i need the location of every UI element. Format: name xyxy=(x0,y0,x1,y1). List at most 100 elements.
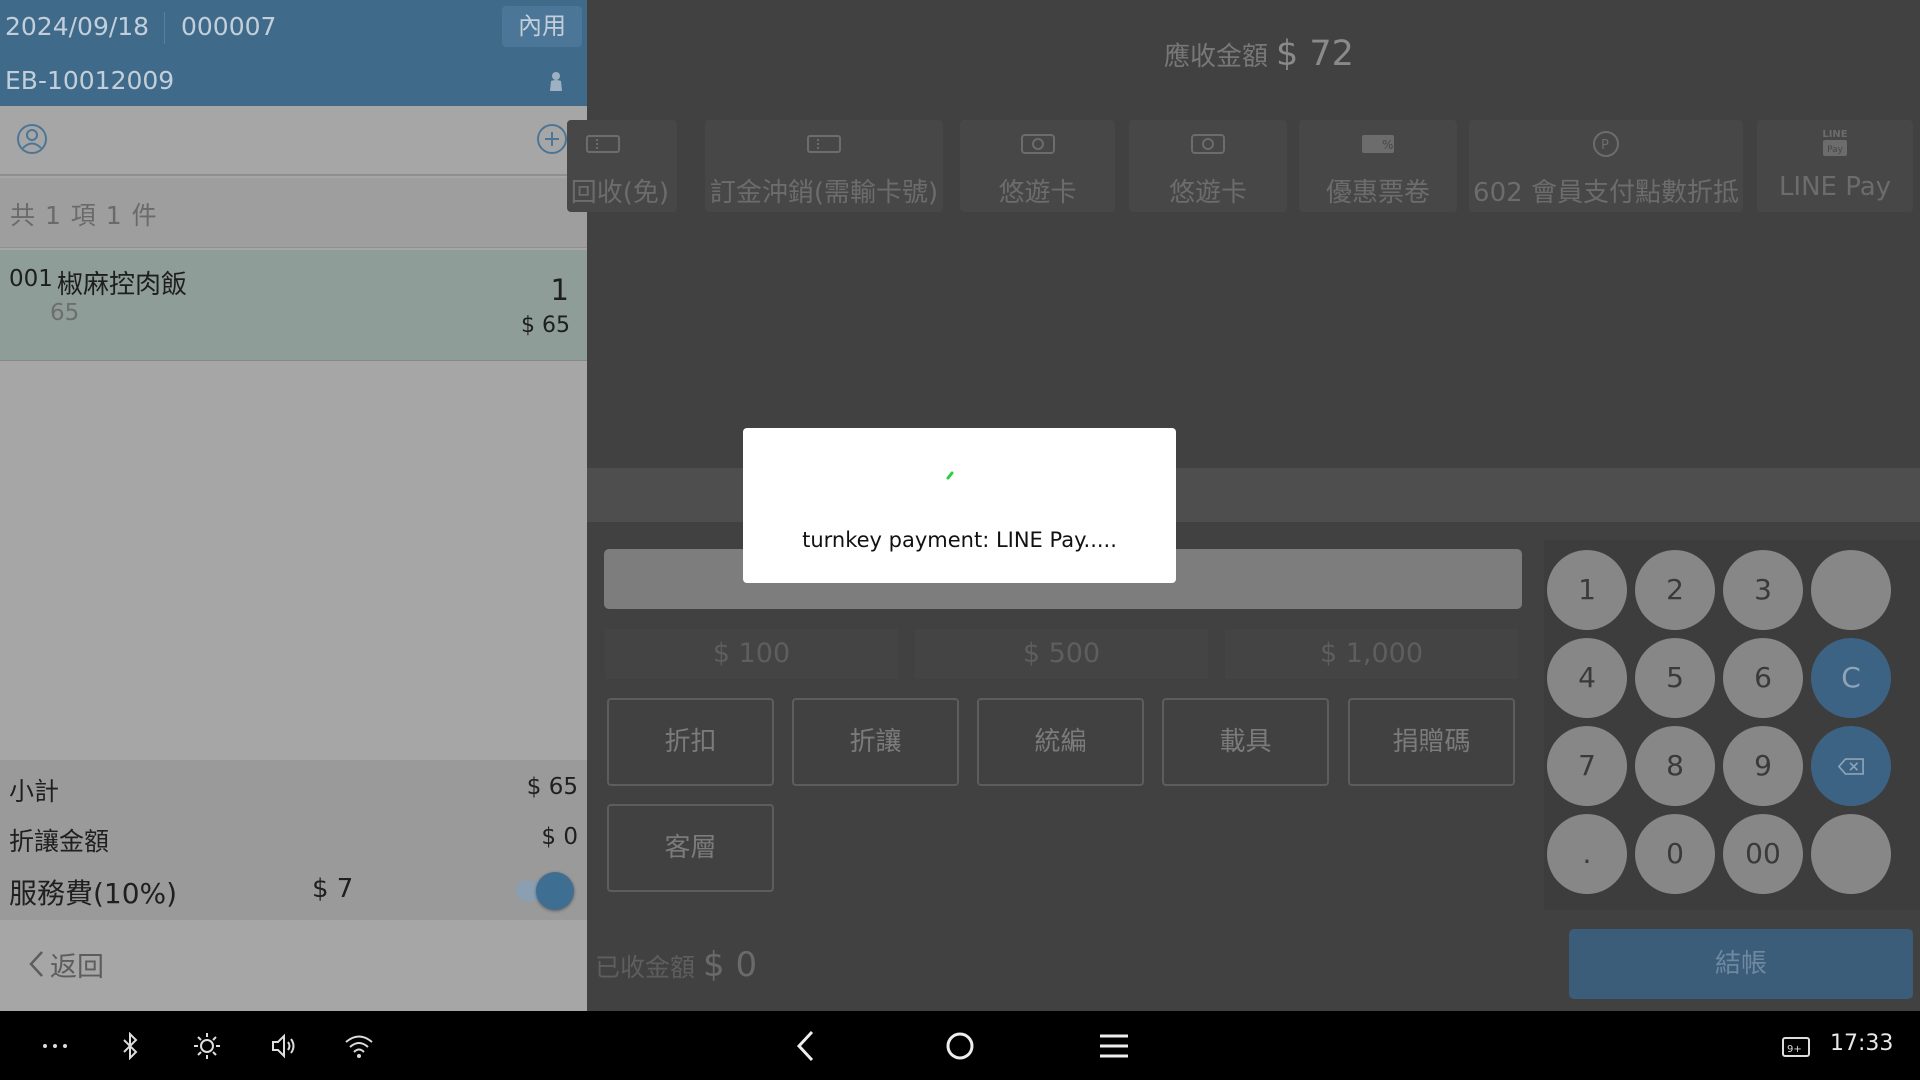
quick-amount-1000[interactable]: $ 1,000 xyxy=(1225,629,1518,679)
payment-method-recycle[interactable]: 回收(免) xyxy=(567,120,677,212)
ticket-icon xyxy=(586,135,620,153)
item-code: 001 xyxy=(9,266,53,292)
back-bar: 返回 xyxy=(0,920,587,1011)
system-navigation-bar: 9+ 17:33 xyxy=(0,1011,1920,1080)
amount-received: 已收金額 $ 0 xyxy=(595,945,757,985)
key-4[interactable]: 4 xyxy=(1547,638,1627,718)
allowance-button[interactable]: 折讓 xyxy=(792,698,959,786)
add-customer-icon[interactable] xyxy=(536,123,568,155)
donation-code-button[interactable]: 捐贈碼 xyxy=(1348,698,1515,786)
key-backspace[interactable] xyxy=(1811,726,1891,806)
nav-menu-icon[interactable] xyxy=(1099,1033,1129,1059)
card-icon xyxy=(1191,134,1225,154)
key-5[interactable]: 5 xyxy=(1635,638,1715,718)
item-amount: $ 65 xyxy=(521,313,570,338)
key-decimal[interactable]: . xyxy=(1547,814,1627,894)
nav-back-icon[interactable] xyxy=(795,1029,817,1063)
customer-segment-button[interactable]: 客層 xyxy=(607,804,774,892)
order-summary: 共 1 項 1 件 xyxy=(0,178,587,248)
subtotal-value: $ 65 xyxy=(526,774,578,800)
key-clear[interactable]: C xyxy=(1811,638,1891,718)
line-pay-icon: LINE Pay xyxy=(1822,129,1848,156)
item-count-summary: 共 1 項 1 件 xyxy=(10,201,158,230)
carrier-button[interactable]: 載具 xyxy=(1162,698,1329,786)
payment-method-member-points[interactable]: P 602 會員支付點數折抵 xyxy=(1469,120,1743,212)
item-quantity: 1 xyxy=(550,273,569,307)
svg-text:P: P xyxy=(1601,138,1609,153)
backspace-icon xyxy=(1837,758,1864,775)
customer-icon[interactable] xyxy=(16,123,48,155)
payment-method-easycard-2[interactable]: 悠遊卡 xyxy=(1129,120,1287,212)
payment-method-deposit[interactable]: 訂金沖銷(需輸卡號) xyxy=(705,120,943,212)
back-label: 返回 xyxy=(50,951,104,983)
key-8[interactable]: 8 xyxy=(1635,726,1715,806)
clock: 17:33 xyxy=(1830,1031,1894,1056)
coupon-icon: % xyxy=(1362,135,1394,153)
payment-method-label: LINE Pay xyxy=(1778,172,1892,202)
service-fee-value: $ 7 xyxy=(312,874,354,904)
key-0[interactable]: 0 xyxy=(1635,814,1715,894)
payment-method-label: 回收(免) xyxy=(570,178,669,208)
dialog-message: turnkey payment: LINE Pay..... xyxy=(802,528,1117,552)
svg-text:Pay: Pay xyxy=(1827,145,1844,155)
discount-button[interactable]: 折扣 xyxy=(607,698,774,786)
svg-text:9+: 9+ xyxy=(1787,1044,1802,1055)
wifi-icon[interactable] xyxy=(344,1033,374,1059)
device-id: EB-10012009 xyxy=(5,66,175,95)
svg-text:%: % xyxy=(1382,138,1393,152)
order-header: 2024/09/18 000007 內用 EB-10012009 xyxy=(0,0,587,106)
quick-amount-500[interactable]: $ 500 xyxy=(915,629,1208,679)
amount-received-label: 已收金額 xyxy=(595,953,696,982)
toggle-knob xyxy=(536,872,574,910)
key-9[interactable]: 9 xyxy=(1723,726,1803,806)
amount-due-value: $ 72 xyxy=(1276,34,1354,74)
service-fee-toggle[interactable] xyxy=(512,872,574,910)
key-3[interactable]: 3 xyxy=(1723,550,1803,630)
order-number: 000007 xyxy=(181,12,277,41)
payment-method-coupon[interactable]: % 優惠票卷 xyxy=(1299,120,1457,212)
payment-method-label: 602 會員支付點數折抵 xyxy=(1473,178,1739,208)
chevron-left-icon xyxy=(29,951,43,977)
volume-icon[interactable] xyxy=(270,1032,298,1060)
key-2[interactable]: 2 xyxy=(1635,550,1715,630)
totals-section: 小計 $ 65 折讓金額 $ 0 服務費(10%) $ 7 xyxy=(0,760,587,920)
order-date: 2024/09/18 xyxy=(5,12,150,41)
payment-method-line-pay[interactable]: LINE Pay LINE Pay xyxy=(1757,120,1913,212)
payment-method-easycard-1[interactable]: 悠遊卡 xyxy=(960,120,1115,212)
back-button[interactable]: 返回 xyxy=(26,942,136,986)
item-name: 椒麻控肉飯 xyxy=(57,270,188,300)
numeric-keypad: 1 2 3 4 5 6 C 7 8 9 . 0 00 xyxy=(1544,540,1920,910)
list-item[interactable]: 001 椒麻控肉飯 65 1 $ 65 xyxy=(0,250,587,361)
key-7[interactable]: 7 xyxy=(1547,726,1627,806)
header-divider xyxy=(164,12,165,44)
key-1[interactable]: 1 xyxy=(1547,550,1627,630)
payment-method-label: 訂金沖銷(需輸卡號) xyxy=(709,178,939,208)
payment-method-label: 悠遊卡 xyxy=(998,178,1077,208)
ticket-icon xyxy=(807,135,841,153)
tax-id-button[interactable]: 統編 xyxy=(977,698,1144,786)
service-fee-label: 服務費(10%) xyxy=(9,877,178,910)
discount-label: 折讓金額 xyxy=(9,827,110,856)
key-00[interactable]: 00 xyxy=(1723,814,1803,894)
key-blank[interactable] xyxy=(1811,550,1891,630)
payment-method-label: 悠遊卡 xyxy=(1168,178,1247,208)
loading-spinner-icon xyxy=(946,471,954,480)
customer-row xyxy=(0,106,587,176)
payment-method-label: 優惠票卷 xyxy=(1325,178,1430,208)
brightness-icon[interactable] xyxy=(193,1032,221,1060)
nav-home-icon[interactable] xyxy=(945,1031,975,1061)
checkout-button[interactable]: 結帳 xyxy=(1569,929,1913,999)
discount-value: $ 0 xyxy=(541,824,578,850)
person-icon xyxy=(550,72,562,91)
order-panel: 2024/09/18 000007 內用 EB-10012009 共 1 項 1… xyxy=(0,0,587,1011)
more-icon[interactable] xyxy=(42,1043,68,1049)
key-6[interactable]: 6 xyxy=(1723,638,1803,718)
bluetooth-icon[interactable] xyxy=(121,1032,139,1060)
keyboard-icon[interactable]: 9+ xyxy=(1782,1037,1810,1057)
quick-amount-100[interactable]: $ 100 xyxy=(605,629,898,679)
dine-type-button[interactable]: 內用 xyxy=(502,6,582,47)
card-icon xyxy=(1020,134,1055,154)
points-icon: P xyxy=(1593,131,1619,157)
key-blank[interactable] xyxy=(1811,814,1891,894)
amount-received-value: $ 0 xyxy=(703,945,758,985)
